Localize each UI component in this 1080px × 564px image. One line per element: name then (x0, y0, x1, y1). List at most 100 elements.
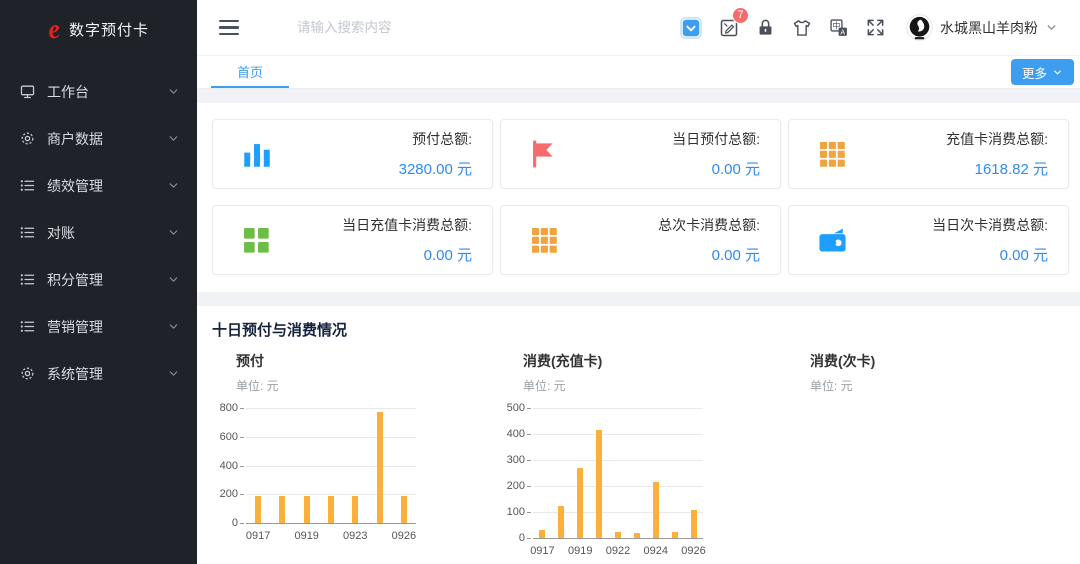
stat-card: 当日次卡消费总额: 0.00 元 (788, 205, 1069, 275)
chart-bar (377, 412, 383, 523)
brand-logo-icon: e (46, 15, 62, 43)
chevron-down-icon (1045, 21, 1058, 34)
sidebar-item-label: 营销管理 (47, 317, 103, 337)
chart-bar (634, 533, 640, 538)
chart-bar (615, 532, 621, 539)
avatar (906, 14, 933, 41)
squares-icon (240, 224, 272, 256)
tab-home[interactable]: 首页 (211, 56, 289, 88)
chart-title: 消费(充值卡) (523, 351, 786, 371)
y-axis-tick: 200 (499, 480, 525, 492)
chart-subtitle: 单位: 元 (523, 377, 786, 394)
separator-strip (197, 89, 1080, 103)
chart-消费(次卡): 消费(次卡)单位: 元 (786, 351, 1073, 564)
chart-bar (558, 506, 564, 539)
sidebar-item-label: 商户数据 (47, 129, 103, 149)
chevron-down-icon (167, 179, 180, 192)
y-axis-tick: 300 (499, 454, 525, 466)
list-icon (19, 224, 36, 241)
stat-card: 总次卡消费总额: 0.00 元 (500, 205, 781, 275)
search-input[interactable] (297, 20, 517, 35)
bar-chart-icon (240, 137, 274, 171)
sidebar-item-label: 绩效管理 (47, 176, 103, 196)
stat-card-value: 0.00 元 (672, 158, 760, 179)
sidebar-item-5[interactable]: 积分管理 (0, 256, 197, 303)
chart-title: 预付 (236, 351, 499, 371)
sidebar-item-1[interactable]: 工作台 (0, 68, 197, 115)
x-axis-tick: 0923 (335, 530, 375, 542)
x-axis-tick: 0919 (287, 530, 327, 542)
y-axis-tick: 0 (499, 532, 525, 544)
y-axis-tick: 200 (212, 488, 238, 500)
stat-card-label: 当日充值卡消费总额: (342, 215, 472, 235)
stat-card-label: 充值卡消费总额: (946, 129, 1048, 149)
hamburger-menu-icon[interactable] (219, 20, 239, 36)
chart-plot: 02004006008000917091909230926 (212, 408, 422, 549)
check-square-icon[interactable] (680, 17, 702, 39)
sidebar-item-label: 工作台 (47, 82, 89, 102)
chart-bar (255, 496, 261, 523)
x-axis-tick: 0926 (384, 530, 424, 542)
stat-card-value: 3280.00 元 (399, 158, 472, 179)
stat-card-label: 总次卡消费总额: (658, 215, 760, 235)
y-axis-tick: 400 (499, 428, 525, 440)
grid-icon (816, 138, 849, 171)
chart-bar (672, 532, 678, 539)
sidebar-item-7[interactable]: 系统管理 (0, 350, 197, 397)
stat-card-value: 0.00 元 (658, 244, 760, 265)
flag-icon (528, 138, 560, 170)
chart-subtitle: 单位: 元 (810, 377, 1073, 394)
stat-card: 充值卡消费总额:1618.82 元 (788, 119, 1069, 189)
stat-card-value: 0.00 元 (932, 244, 1048, 265)
chevron-down-icon (1052, 67, 1063, 78)
x-axis-tick: 0917 (522, 545, 562, 557)
lock-icon[interactable] (756, 18, 775, 37)
chart-消费(充值卡): 消费(充值卡)单位: 元0100200300400500091709190922… (499, 351, 786, 564)
chart-bar (653, 482, 659, 538)
stat-card: 预付总额: 3280.00 元 (212, 119, 493, 189)
wallet-icon (816, 224, 849, 257)
sidebar: e 数字预付卡 工作台商户数据绩效管理对账积分管理营销管理系统管理 (0, 0, 197, 564)
stat-card: 当日充值卡消费总额:0.00 元 (212, 205, 493, 275)
y-axis-tick: 400 (212, 460, 238, 472)
chart-预付: 预付单位: 元02004006008000917091909230926 (212, 351, 499, 564)
more-button[interactable]: 更多 (1011, 59, 1074, 85)
list-icon (19, 271, 36, 288)
tshirt-icon[interactable] (792, 18, 812, 38)
chart-bar (691, 510, 697, 538)
username: 水城黑山羊肉粉 (940, 18, 1038, 38)
chart-bar (577, 468, 583, 538)
list-icon (19, 318, 36, 335)
list-icon (19, 177, 36, 194)
content: 预付总额:3280.00 元当日预付总额:0.00 元充值卡消费总额:1618.… (197, 103, 1080, 564)
main-area: 7 中A 水城黑山羊肉粉 首页 (197, 0, 1080, 564)
sidebar-item-6[interactable]: 营销管理 (0, 303, 197, 350)
gear-icon (19, 365, 36, 382)
sidebar-item-2[interactable]: 商户数据 (0, 115, 197, 162)
divider-strip (197, 292, 1080, 306)
topbar: 7 中A 水城黑山羊肉粉 (197, 0, 1080, 56)
y-axis-tick: 500 (499, 402, 525, 414)
more-button-label: 更多 (1022, 63, 1047, 82)
x-axis-tick: 0919 (560, 545, 600, 557)
clipboard-pen-icon[interactable]: 7 (719, 18, 739, 38)
y-axis-tick: 600 (212, 431, 238, 443)
sidebar-item-label: 对账 (47, 223, 75, 243)
sidebar-item-3[interactable]: 绩效管理 (0, 162, 197, 209)
x-axis-tick: 0917 (238, 530, 278, 542)
app-title: 数字预付卡 (69, 19, 149, 40)
translate-icon[interactable]: 中A (829, 18, 849, 38)
stat-cards: 预付总额:3280.00 元当日预付总额:0.00 元充值卡消费总额:1618.… (212, 119, 1068, 275)
chart-bar (539, 530, 545, 538)
sidebar-item-label: 系统管理 (47, 364, 103, 384)
stat-card-label: 当日次卡消费总额: (932, 215, 1048, 235)
chart-subtitle: 单位: 元 (236, 377, 499, 394)
fullscreen-icon[interactable] (866, 18, 885, 37)
sidebar-item-4[interactable]: 对账 (0, 209, 197, 256)
chevron-down-icon (167, 273, 180, 286)
stat-card-label: 预付总额: (399, 129, 472, 149)
y-axis-tick: 800 (212, 402, 238, 414)
workbench-icon (19, 83, 36, 100)
user-menu[interactable]: 水城黑山羊肉粉 (906, 14, 1058, 41)
grid-icon (528, 224, 561, 257)
